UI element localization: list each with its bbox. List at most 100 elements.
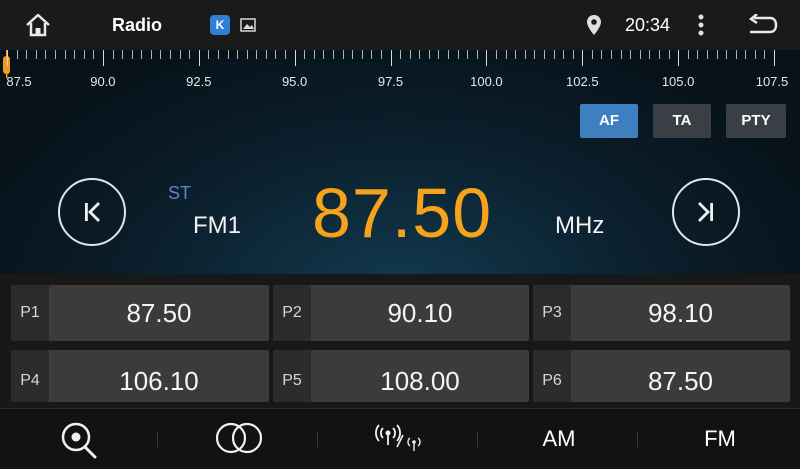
preset-label: P6	[533, 350, 571, 402]
bottom-toolbar: AM FM	[0, 408, 800, 469]
dial-minor-tick	[380, 50, 382, 59]
local-distance-button[interactable]	[320, 409, 478, 469]
location-icon	[587, 15, 601, 35]
dial-minor-tick	[131, 50, 133, 59]
dial-minor-tick	[591, 50, 593, 59]
dial-minor-tick	[45, 50, 47, 59]
dial-major-tick	[102, 50, 104, 66]
dial-minor-tick	[237, 50, 239, 59]
dial-minor-tick	[706, 50, 708, 59]
dial-label: 95.0	[281, 74, 308, 89]
dial-minor-tick	[524, 50, 526, 59]
af-button[interactable]: AF	[580, 104, 638, 138]
divider	[317, 431, 318, 447]
dial-minor-tick	[428, 50, 430, 59]
dial-minor-tick	[496, 50, 497, 59]
preset-label: P2	[273, 285, 311, 341]
dial-label: 87.5	[6, 74, 32, 89]
stereo-mono-icon	[215, 422, 263, 454]
skip-next-icon	[698, 202, 713, 222]
preset-button-p6[interactable]: P6 87.50	[533, 350, 790, 402]
preset-frequency: 87.50	[647, 366, 714, 396]
dial-minor-tick	[457, 50, 459, 59]
dial-label: 102.5	[566, 74, 599, 89]
dial-minor-tick	[371, 50, 373, 59]
frequency-display: 87.50	[312, 174, 493, 252]
preset-label: P4	[11, 350, 49, 402]
pty-button[interactable]: PTY	[726, 104, 786, 138]
status-bar: Radio K 20:34	[0, 0, 800, 50]
search-button[interactable]	[0, 409, 158, 469]
dial-minor-tick	[265, 50, 267, 59]
dial-minor-tick	[716, 50, 718, 59]
dial-minor-tick	[409, 50, 411, 59]
dial-minor-tick	[150, 50, 152, 59]
preset-frequency: 108.00	[380, 366, 460, 396]
dial-minor-tick	[639, 50, 641, 59]
fm-band-button[interactable]: FM	[640, 409, 800, 469]
ta-button[interactable]: TA	[653, 104, 711, 138]
preset-button-p2[interactable]: P2 90.10	[273, 285, 529, 341]
dial-minor-tick	[26, 50, 28, 59]
seek-next-button[interactable]	[672, 178, 740, 246]
image-notification-icon	[240, 18, 256, 32]
dial-minor-tick	[285, 50, 286, 59]
stereo-indicator: ST	[168, 183, 192, 203]
app-title: Radio	[112, 15, 163, 35]
local-distance-icon	[375, 424, 421, 451]
dial-label: 105.0	[661, 74, 695, 89]
dial-minor-tick	[54, 50, 56, 59]
dial-label: 90.0	[90, 74, 116, 89]
dial-minor-tick	[208, 50, 210, 59]
dial-major-tick	[7, 50, 8, 66]
dial-minor-tick	[227, 50, 229, 59]
dial-minor-tick	[64, 50, 66, 59]
clock: 20:34	[625, 15, 671, 35]
back-icon[interactable]	[746, 14, 778, 36]
dial-label: 100.0	[470, 74, 503, 89]
dial-minor-tick	[141, 50, 143, 59]
dial-major-tick	[774, 50, 775, 66]
preset-button-p3[interactable]: P3 98.10	[533, 285, 790, 341]
seek-previous-button[interactable]	[58, 178, 126, 246]
dial-minor-tick	[256, 50, 258, 59]
dial-minor-tick	[160, 50, 162, 59]
dial-minor-tick	[515, 50, 517, 59]
dial-minor-tick	[93, 50, 95, 59]
dial-minor-tick	[668, 50, 670, 59]
tuner-panel: 87.5 90.0 92.5 95.0 97.5 100.0 102.5 105.0 107.5…	[0, 50, 800, 274]
dial-minor-tick	[217, 50, 219, 59]
dial-minor-tick	[400, 50, 402, 59]
dial-minor-tick	[83, 50, 85, 59]
dial-minor-tick	[333, 50, 334, 59]
preset-frequency: 90.10	[387, 298, 453, 328]
stereo-toggle-button[interactable]	[160, 409, 318, 469]
dial-minor-tick	[448, 50, 449, 59]
dial-major-tick	[486, 50, 488, 66]
dial-minor-tick	[553, 50, 555, 59]
dial-minor-tick	[726, 50, 728, 59]
dial-minor-tick	[543, 50, 545, 59]
dial-minor-tick	[16, 50, 18, 59]
home-icon[interactable]	[24, 12, 52, 38]
overflow-menu-icon[interactable]	[697, 14, 705, 36]
dial-minor-tick	[179, 50, 181, 59]
dial-minor-tick	[304, 50, 306, 59]
divider	[637, 431, 638, 447]
preset-button-p4[interactable]: P4 106.10	[11, 350, 269, 402]
dial-minor-tick	[754, 50, 756, 59]
dial-major-tick	[582, 50, 584, 66]
dial-minor-tick	[764, 50, 766, 59]
dial-label: 107.5	[755, 74, 789, 89]
preset-label: P1	[11, 285, 49, 341]
dial-minor-tick	[476, 50, 478, 59]
dial-minor-tick	[601, 50, 603, 59]
preset-button-p5[interactable]: P5 108.00	[273, 350, 529, 402]
frequency-dial[interactable]: 87.5 90.0 92.5 95.0 97.5 100.0 102.5 105.0 107.5	[0, 50, 800, 94]
preset-frequency: 98.10	[647, 298, 714, 328]
am-band-button[interactable]: AM	[480, 409, 638, 469]
preset-button-p1[interactable]: P1 87.50	[11, 285, 269, 341]
dial-minor-tick	[419, 50, 421, 59]
preset-label: P3	[533, 285, 571, 341]
dial-minor-tick	[170, 50, 171, 59]
